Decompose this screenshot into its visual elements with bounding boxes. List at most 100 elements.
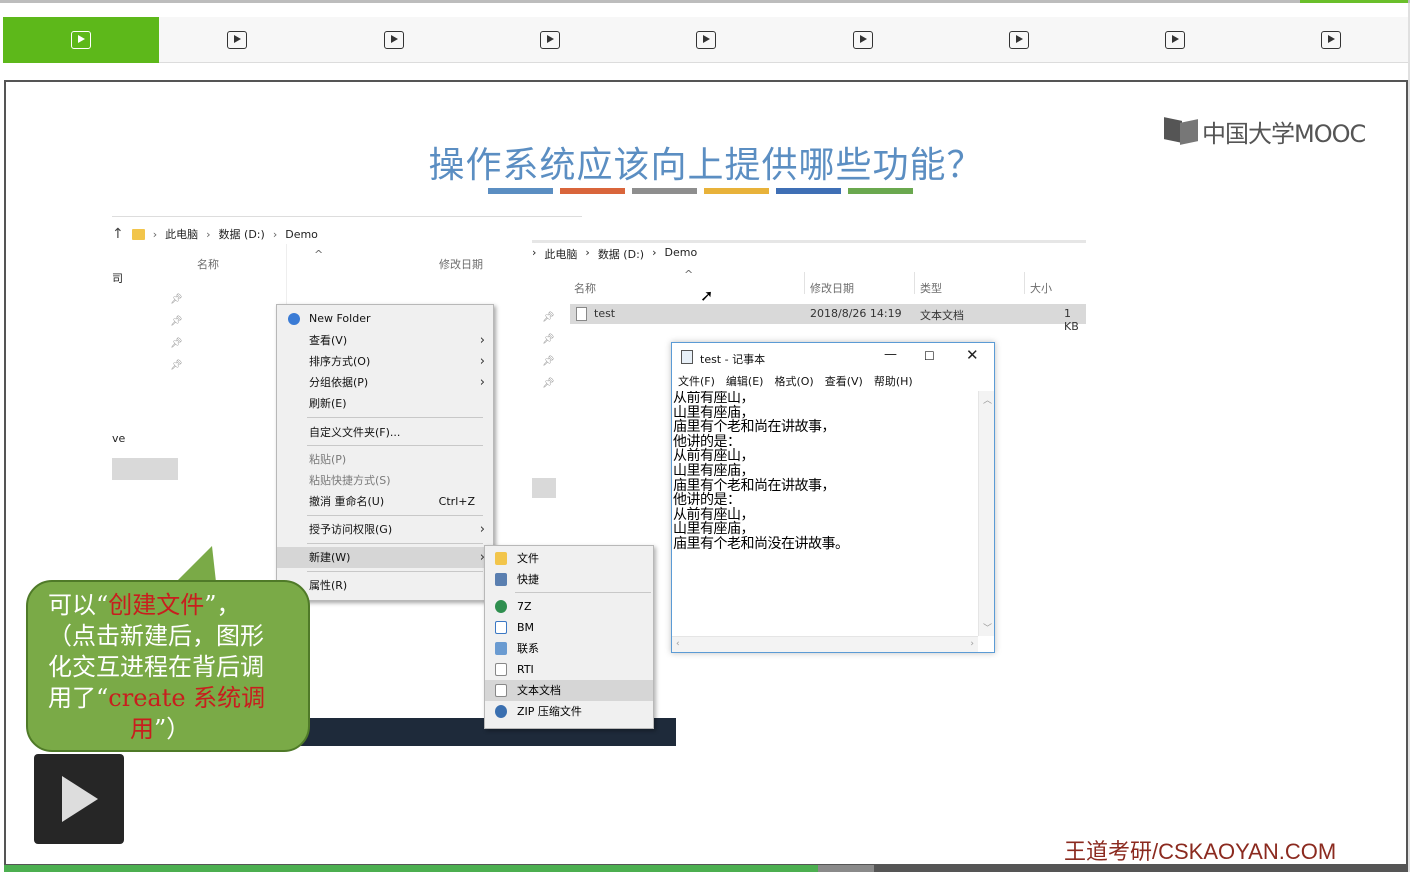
video-tab[interactable] — [941, 17, 1097, 63]
notepad-menu-item[interactable]: 编辑(E) — [726, 373, 764, 389]
address-bar-right[interactable]: › 此电脑 › 数据 (D:) › Demo — [532, 246, 697, 262]
column-name[interactable]: 名称 — [574, 280, 596, 296]
menu-customize[interactable]: 自定义文件夹(F)... — [277, 422, 493, 443]
notepad-menubar: 文件(F) 编辑(E) 格式(O) 查看(V) 帮助(H) — [678, 373, 913, 389]
contact-icon — [495, 642, 507, 655]
menu-new-folder[interactable]: New Folder — [277, 308, 493, 329]
title-stripe — [560, 188, 625, 194]
title-stripes — [488, 188, 913, 194]
minimize-button[interactable]: — — [884, 347, 897, 362]
scroll-left-icon[interactable]: ‹ — [676, 639, 680, 649]
column-name[interactable]: 名称 — [197, 256, 219, 272]
menu-properties[interactable]: 属性(R) — [277, 575, 493, 596]
notepad-titlebar[interactable]: test - 记事本 — ☐ ✕ — [672, 343, 994, 371]
nav-fragment[interactable]: ve — [112, 432, 125, 445]
submenu-shortcut[interactable]: 快捷 — [485, 569, 653, 590]
menu-view[interactable]: 查看(V) › — [277, 330, 493, 351]
notepad-menu-item[interactable]: 文件(F) — [678, 373, 715, 389]
notepad-line: 庙里有个老和尚没在讲故事。 — [673, 535, 849, 552]
mooc-logo-icon — [1164, 117, 1202, 147]
nav-selection — [112, 458, 178, 480]
sort-caret-icon: ^ — [314, 248, 324, 261]
play-icon — [71, 31, 91, 49]
menu-undo-rename[interactable]: 撤消 重命名(U) Ctrl+Z — [277, 491, 493, 512]
path-this-pc[interactable]: 此电脑 — [544, 246, 577, 262]
menu-paste-shortcut[interactable]: 粘贴快捷方式(S) — [277, 470, 493, 491]
play-icon — [1165, 31, 1186, 49]
scroll-up-icon[interactable]: ︿ — [983, 393, 992, 406]
pin-icon: 📌︎ — [170, 294, 183, 305]
video-progress-bar[interactable] — [4, 865, 1408, 872]
horizontal-scrollbar[interactable]: ‹ › — [672, 636, 978, 652]
play-icon — [539, 31, 560, 49]
notepad-line: 庙里有个老和尚在讲故事， — [673, 419, 836, 436]
slide: 操作系统应该向上提供哪些功能？ 中国大学MOOC ↑ › 此电脑 › 数据 (D… — [4, 80, 1408, 866]
menu-refresh[interactable]: 刷新(E) — [277, 393, 493, 414]
shortcut-icon — [495, 573, 507, 586]
zip-icon — [495, 705, 507, 718]
video-tab[interactable] — [785, 17, 941, 63]
nav-fragment[interactable]: 司 — [112, 270, 123, 286]
pin-icon: 📌︎ — [542, 378, 555, 389]
video-tab[interactable] — [3, 17, 159, 63]
video-tab[interactable] — [628, 17, 784, 63]
notepad-line: 从前有座山， — [673, 506, 755, 523]
folder-icon — [131, 228, 145, 240]
column-date[interactable]: 修改日期 — [439, 256, 483, 272]
path-drive[interactable]: 数据 (D:) — [219, 226, 265, 242]
path-this-pc[interactable]: 此电脑 — [165, 226, 198, 242]
progress-played — [4, 865, 819, 872]
vertical-scrollbar[interactable]: ︿ ﹀ — [978, 391, 994, 636]
sort-caret-icon: ^ — [684, 268, 694, 281]
notepad-icon — [681, 350, 693, 364]
video-tab[interactable] — [1097, 17, 1253, 63]
submenu-folder[interactable]: 文件 — [485, 548, 653, 569]
submenu-zip[interactable]: ZIP 压缩文件 — [485, 701, 653, 722]
text-file-icon — [495, 684, 507, 697]
notepad-text-area[interactable]: 从前有座山， 山里有座庙， 庙里有个老和尚在讲故事， 他讲的是： 从前有座山， 山里有座庙… — [672, 391, 978, 636]
column-size[interactable]: 大小 — [1030, 280, 1052, 296]
submenu-contact[interactable]: 联系 — [485, 638, 653, 659]
menu-new[interactable]: 新建(W) › — [277, 547, 493, 568]
title-stripe — [488, 188, 553, 194]
notepad-menu-item[interactable]: 查看(V) — [825, 373, 863, 389]
path-drive[interactable]: 数据 (D:) — [598, 246, 644, 262]
pin-icon: 📌︎ — [542, 356, 555, 367]
close-button[interactable]: ✕ — [966, 346, 979, 364]
new-folder-icon — [288, 313, 300, 325]
play-icon — [1321, 31, 1342, 49]
menu-paste[interactable]: 粘贴(P) — [277, 449, 493, 470]
submenu-text-document[interactable]: 文本文档 — [485, 680, 653, 701]
column-type[interactable]: 类型 — [920, 280, 942, 296]
notepad-line: 山里有座庙， — [673, 404, 755, 421]
menu-sort[interactable]: 排序方式(O) › — [277, 351, 493, 372]
play-icon — [383, 31, 404, 49]
submenu-bmp[interactable]: BM — [485, 617, 653, 638]
column-date[interactable]: 修改日期 — [810, 280, 854, 296]
brand-text: 中国大学MOOC — [1202, 120, 1366, 148]
file-size: 1 KB — [1064, 307, 1079, 333]
top-border — [0, 0, 1410, 3]
notepad-menu-item[interactable]: 格式(O) — [774, 373, 813, 389]
submenu-rtf[interactable]: RTI — [485, 659, 653, 680]
file-row[interactable]: test 2018/8/26 14:19 文本文档 1 KB — [570, 304, 1086, 333]
video-tab[interactable] — [472, 17, 628, 63]
scroll-down-icon[interactable]: ﹀ — [983, 621, 992, 634]
submenu-7z[interactable]: 7Z — [485, 596, 653, 617]
path-demo[interactable]: Demo — [285, 228, 318, 241]
menu-group[interactable]: 分组依据(P) › — [277, 372, 493, 393]
maximize-button[interactable]: ☐ — [924, 349, 935, 363]
scroll-right-icon[interactable]: › — [970, 639, 974, 649]
menu-grant-access[interactable]: 授予访问权限(G) › — [277, 519, 493, 540]
video-tab[interactable] — [316, 17, 472, 63]
video-tab[interactable] — [1253, 17, 1409, 63]
archive-icon — [495, 600, 507, 613]
video-tab[interactable] — [159, 17, 315, 63]
play-button[interactable] — [34, 754, 124, 844]
notepad-menu-item[interactable]: 帮助(H) — [874, 373, 913, 389]
path-demo[interactable]: Demo — [664, 246, 697, 262]
progress-buffered — [818, 865, 875, 872]
address-bar[interactable]: ↑ › 此电脑 › 数据 (D:) › Demo — [112, 222, 318, 246]
up-arrow-icon[interactable]: ↑ — [112, 226, 124, 242]
file-name: test — [594, 307, 616, 320]
